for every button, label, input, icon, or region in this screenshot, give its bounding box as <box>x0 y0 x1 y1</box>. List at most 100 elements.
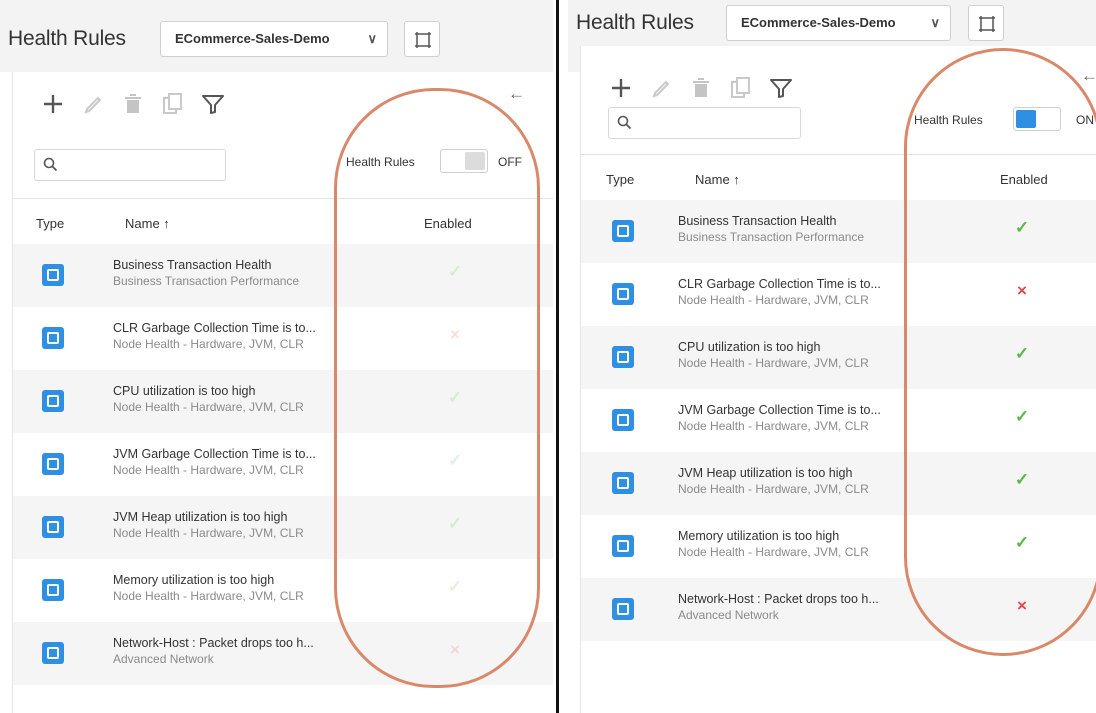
enabled-check-icon: ✓ <box>447 388 463 407</box>
enabled-check-icon: ✓ <box>447 451 463 470</box>
health-rules-toggle-label: Health Rules <box>914 113 983 127</box>
header-top-line <box>12 198 553 199</box>
rule-name: Network-Host : Packet drops too h... <box>113 636 314 650</box>
column-header-type[interactable]: Type <box>36 216 64 231</box>
search-input[interactable] <box>34 149 226 181</box>
rule-type-icon-glyph <box>617 288 629 300</box>
rule-type-icon <box>612 535 634 557</box>
rule-name: Business Transaction Health <box>678 214 837 228</box>
rule-type-icon-glyph <box>47 458 59 470</box>
rule-name: JVM Heap utilization is too high <box>113 510 288 524</box>
chevron-down-icon: ∨ <box>930 15 940 30</box>
rule-type-icon <box>42 264 64 286</box>
disabled-cross-icon: × <box>450 640 460 659</box>
rule-category: Node Health - Hardware, JVM, CLR <box>113 526 304 540</box>
edit-icon[interactable] <box>648 75 674 101</box>
application-select-value: ECommerce-Sales-Demo <box>175 31 330 46</box>
rule-type-icon <box>42 327 64 349</box>
rule-name: CLR Garbage Collection Time is to... <box>678 277 881 291</box>
rule-name: JVM Garbage Collection Time is to... <box>113 447 316 461</box>
health-rules-panel-off: Health Rules ECommerce-Sales-Demo ∨ ← Health… <box>0 0 553 713</box>
application-select[interactable]: ECommerce-Sales-Demo ∨ <box>160 21 388 57</box>
health-rules-toggle[interactable] <box>1013 107 1061 131</box>
rule-type-icon-glyph <box>617 414 629 426</box>
rule-name: JVM Garbage Collection Time is to... <box>678 403 881 417</box>
rule-category: Node Health - Hardware, JVM, CLR <box>678 482 869 496</box>
rule-category: Node Health - Hardware, JVM, CLR <box>113 463 304 477</box>
search-input[interactable] <box>608 107 801 139</box>
filter-icon[interactable] <box>768 75 794 101</box>
delete-icon[interactable] <box>688 75 714 101</box>
rule-type-icon-glyph <box>617 603 629 615</box>
rule-type-icon-glyph <box>47 332 59 344</box>
rule-name: CPU utilization is too high <box>678 340 821 354</box>
rule-category: Node Health - Hardware, JVM, CLR <box>678 545 869 559</box>
back-arrow-icon[interactable]: ← <box>1081 66 1096 86</box>
rule-category: Node Health - Hardware, JVM, CLR <box>113 400 304 414</box>
rule-category: Node Health - Hardware, JVM, CLR <box>113 589 304 603</box>
layout-button[interactable] <box>968 5 1004 41</box>
delete-icon[interactable] <box>120 91 146 117</box>
column-header-name[interactable]: Name ↑ <box>695 172 740 187</box>
page-title: Health Rules <box>576 11 694 34</box>
enabled-check-icon: ✓ <box>447 577 463 596</box>
rule-type-icon-glyph <box>617 225 629 237</box>
rule-name: Memory utilization is too high <box>113 573 275 587</box>
rule-type-icon-glyph <box>617 477 629 489</box>
filter-icon[interactable] <box>200 91 226 117</box>
rule-type-icon <box>612 598 634 620</box>
edit-icon[interactable] <box>80 91 106 117</box>
rule-type-icon <box>42 579 64 601</box>
toggle-state-label: OFF <box>498 155 522 169</box>
rule-type-icon <box>42 390 64 412</box>
copy-icon[interactable] <box>728 75 754 101</box>
rule-category: Node Health - Hardware, JVM, CLR <box>678 419 869 433</box>
rule-category: Business Transaction Performance <box>678 230 865 244</box>
copy-icon[interactable] <box>160 91 186 117</box>
column-header-type[interactable]: Type <box>606 172 634 187</box>
rule-name: Memory utilization is too high <box>678 529 840 543</box>
rule-name: CLR Garbage Collection Time is to... <box>113 321 316 335</box>
rule-type-icon <box>612 346 634 368</box>
rule-category: Node Health - Hardware, JVM, CLR <box>678 293 869 307</box>
rule-type-icon <box>42 516 64 538</box>
header-top-line <box>580 154 1096 155</box>
rule-type-icon-glyph <box>617 351 629 363</box>
health-rules-toggle[interactable] <box>440 149 488 173</box>
layout-button[interactable] <box>404 21 440 57</box>
panel-divider <box>556 0 559 713</box>
health-rules-toggle-label: Health Rules <box>346 155 415 169</box>
application-select-value: ECommerce-Sales-Demo <box>741 15 896 30</box>
rule-type-icon <box>612 283 634 305</box>
rule-category: Node Health - Hardware, JVM, CLR <box>113 337 304 351</box>
rule-type-icon <box>612 472 634 494</box>
toggle-knob <box>465 152 485 170</box>
rule-type-icon-glyph <box>47 647 59 659</box>
rule-type-icon-glyph <box>47 395 59 407</box>
application-select[interactable]: ECommerce-Sales-Demo ∨ <box>726 5 951 41</box>
column-header-enabled[interactable]: Enabled <box>1000 172 1048 187</box>
rule-category: Advanced Network <box>113 652 214 666</box>
page-title: Health Rules <box>8 27 126 50</box>
chevron-down-icon: ∨ <box>367 31 377 46</box>
rule-type-icon <box>42 642 64 664</box>
rule-category: Node Health - Hardware, JVM, CLR <box>678 356 869 370</box>
rule-type-icon <box>42 453 64 475</box>
rule-category: Business Transaction Performance <box>113 274 300 288</box>
back-arrow-icon[interactable]: ← <box>508 84 525 104</box>
rule-category: Advanced Network <box>678 608 779 622</box>
add-icon[interactable] <box>608 75 634 101</box>
column-header-enabled[interactable]: Enabled <box>424 216 472 231</box>
enabled-check-icon: ✓ <box>1014 533 1030 552</box>
rule-type-icon-glyph <box>47 521 59 533</box>
rule-type-icon-glyph <box>47 584 59 596</box>
rule-type-icon <box>612 220 634 242</box>
column-header-name[interactable]: Name ↑ <box>125 216 170 231</box>
add-icon[interactable] <box>40 91 66 117</box>
rule-type-icon-glyph <box>617 540 629 552</box>
toggle-knob <box>1016 110 1036 128</box>
enabled-check-icon: ✓ <box>1014 470 1030 489</box>
disabled-cross-icon: × <box>1017 596 1027 615</box>
rule-type-icon <box>612 409 634 431</box>
disabled-cross-icon: × <box>1017 281 1027 300</box>
